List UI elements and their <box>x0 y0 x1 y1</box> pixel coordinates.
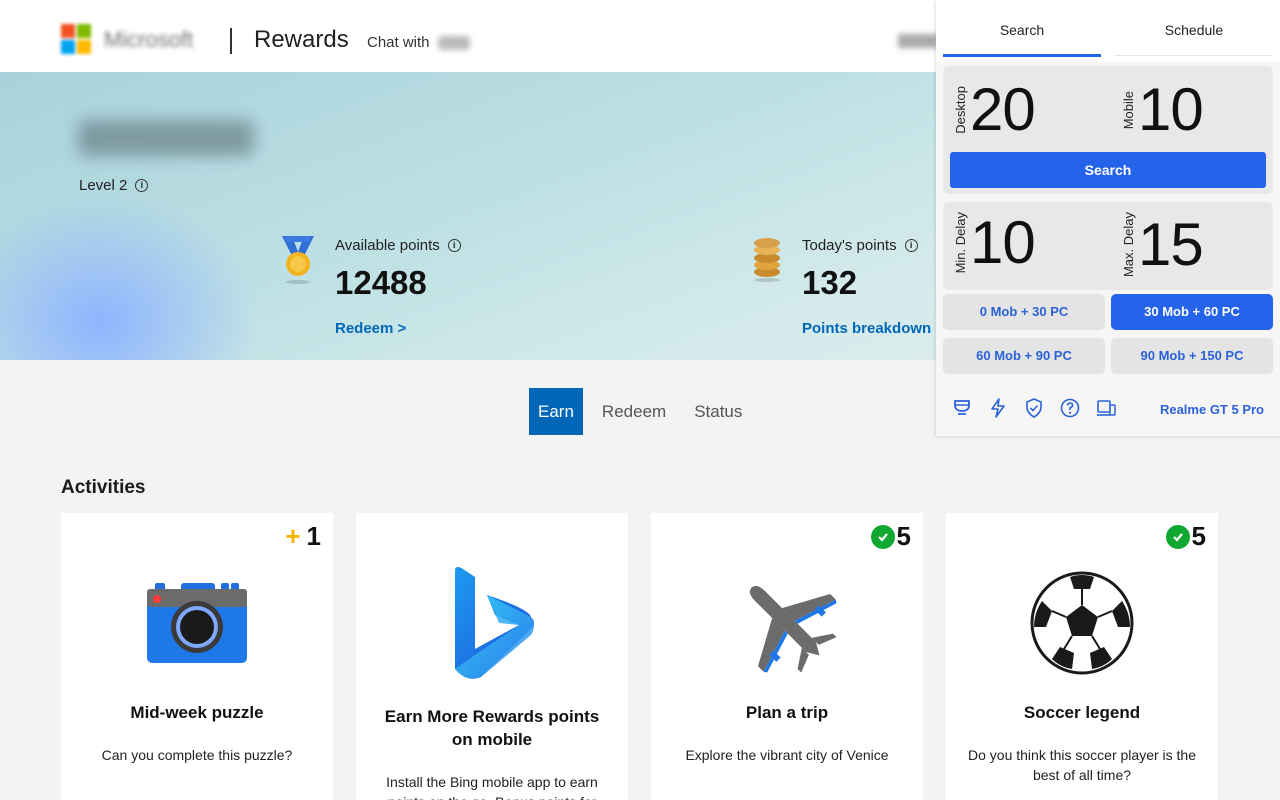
available-points-value: 12488 <box>335 264 427 301</box>
camera-icon <box>147 583 247 663</box>
card-description: Do you think this soccer player is the b… <box>968 747 1196 783</box>
medal-icon <box>282 236 314 284</box>
card-title: Plan a trip <box>745 703 829 722</box>
activities-heading: Activities <box>61 477 146 498</box>
activity-card-mid-week-puzzle[interactable]: +1 Mid-week puzzle Can you complete this… <box>61 513 333 800</box>
delay-panel: Min. Delay 10 Max. Delay 15 <box>943 202 1273 290</box>
preset-90-mob-150-pc[interactable]: 90 Mob + 150 PC <box>1111 338 1273 374</box>
popup-tab-schedule[interactable]: Schedule <box>1108 0 1280 62</box>
min-delay-counter[interactable]: Min. Delay 10 <box>953 212 1050 273</box>
search-button[interactable]: Search <box>950 152 1266 188</box>
points-badge: 5 <box>1165 521 1206 552</box>
page-title[interactable]: Rewards <box>254 26 349 54</box>
level-label: Level 2 <box>79 177 128 194</box>
activity-card-soccer-legend[interactable]: 5 Soccer legend Do you think this soccer… <box>946 513 1218 800</box>
preset-60-mob-90-pc[interactable]: 60 Mob + 90 PC <box>943 338 1105 374</box>
points-badge: 5 <box>870 521 911 552</box>
devices-icon[interactable] <box>1096 398 1116 418</box>
card-description: Install the Bing mobile app to earn poin… <box>386 774 598 800</box>
cup-icon[interactable] <box>952 398 972 418</box>
todays-points-value: 132 <box>802 264 858 301</box>
preset-0-mob-30-pc[interactable]: 0 Mob + 30 PC <box>943 294 1105 330</box>
brand-name[interactable]: Microsoft <box>104 27 193 53</box>
mobile-label: Mobile <box>1121 90 1136 130</box>
soccer-ball-icon <box>1030 571 1134 675</box>
activity-card-earn-mobile[interactable]: Earn More Rewards points on mobile Insta… <box>356 513 628 800</box>
todays-points-label: Today's points <box>802 237 897 254</box>
todays-points-block: Today's points i 132 Points breakdown <box>802 237 931 337</box>
popup-tabs: Search Schedule <box>936 0 1280 62</box>
lightning-icon[interactable] <box>988 398 1008 418</box>
card-title: Earn More Rewards points on mobile <box>384 707 600 749</box>
info-icon[interactable]: i <box>447 239 461 252</box>
greeting-blurred <box>78 120 254 156</box>
max-delay-counter[interactable]: Max. Delay 15 <box>1121 212 1218 277</box>
device-name[interactable]: Realme GT 5 Pro <box>1160 402 1264 417</box>
airplane-icon <box>749 585 837 673</box>
coin-stack-icon <box>754 238 780 282</box>
chat-link-blurred <box>438 36 470 50</box>
desktop-counter[interactable]: Desktop 20 <box>953 80 1036 140</box>
desktop-label: Desktop <box>953 86 968 134</box>
plus-icon: + <box>285 521 301 551</box>
min-delay-label: Min. Delay <box>953 212 968 274</box>
tab-redeem[interactable]: Redeem <box>593 388 675 435</box>
min-delay-value[interactable]: 10 <box>970 212 1036 273</box>
chat-link[interactable]: Chat with <box>367 34 430 51</box>
tab-status[interactable]: Status <box>685 388 751 435</box>
max-delay-label: Max. Delay <box>1121 212 1136 278</box>
check-icon <box>870 524 895 549</box>
available-points-block: Available points i 12488 Redeem > <box>335 237 461 337</box>
help-icon[interactable] <box>1060 398 1080 418</box>
card-title: Mid-week puzzle <box>130 703 264 722</box>
max-delay-value[interactable]: 15 <box>1138 214 1204 275</box>
points-badge: +1 <box>285 521 321 551</box>
preset-30-mob-60-pc[interactable]: 30 Mob + 60 PC <box>1111 294 1273 330</box>
shield-check-icon[interactable] <box>1024 398 1044 418</box>
mobile-counter[interactable]: Mobile 10 <box>1121 80 1204 140</box>
points-breakdown-link[interactable]: Points breakdown <box>802 320 931 337</box>
available-points-label: Available points <box>335 237 440 254</box>
tab-divider <box>1115 55 1273 56</box>
microsoft-logo-icon[interactable] <box>61 24 91 54</box>
tab-earn[interactable]: Earn <box>529 388 583 435</box>
card-description: Explore the vibrant city of Venice <box>685 747 889 763</box>
header-divider <box>230 28 232 54</box>
redeem-link[interactable]: Redeem > <box>335 320 461 337</box>
active-tab-indicator <box>943 54 1101 57</box>
card-description: Can you complete this puzzle? <box>101 747 293 763</box>
desktop-value[interactable]: 20 <box>970 80 1036 140</box>
rewards-tabs: Earn Redeem Status <box>529 388 761 435</box>
level-indicator: Level 2 i <box>79 177 149 194</box>
card-title: Soccer legend <box>1023 703 1141 722</box>
search-count-panel: Desktop 20 Mobile 10 Search <box>943 66 1273 194</box>
mobile-value[interactable]: 10 <box>1138 80 1204 140</box>
activity-card-plan-a-trip[interactable]: 5 Plan a trip Explore the vibrant city o… <box>651 513 923 800</box>
info-icon[interactable]: i <box>135 179 149 192</box>
popup-footer: Realme GT 5 Pro <box>936 380 1280 436</box>
check-icon <box>1165 524 1190 549</box>
bing-logo-icon <box>455 567 534 679</box>
account-name-blurred[interactable] <box>898 34 938 48</box>
popup-tab-search[interactable]: Search <box>936 0 1108 62</box>
search-extension-popup: Search Schedule Desktop 20 Mobile 10 Sea… <box>936 0 1280 436</box>
info-icon[interactable]: i <box>904 239 918 252</box>
